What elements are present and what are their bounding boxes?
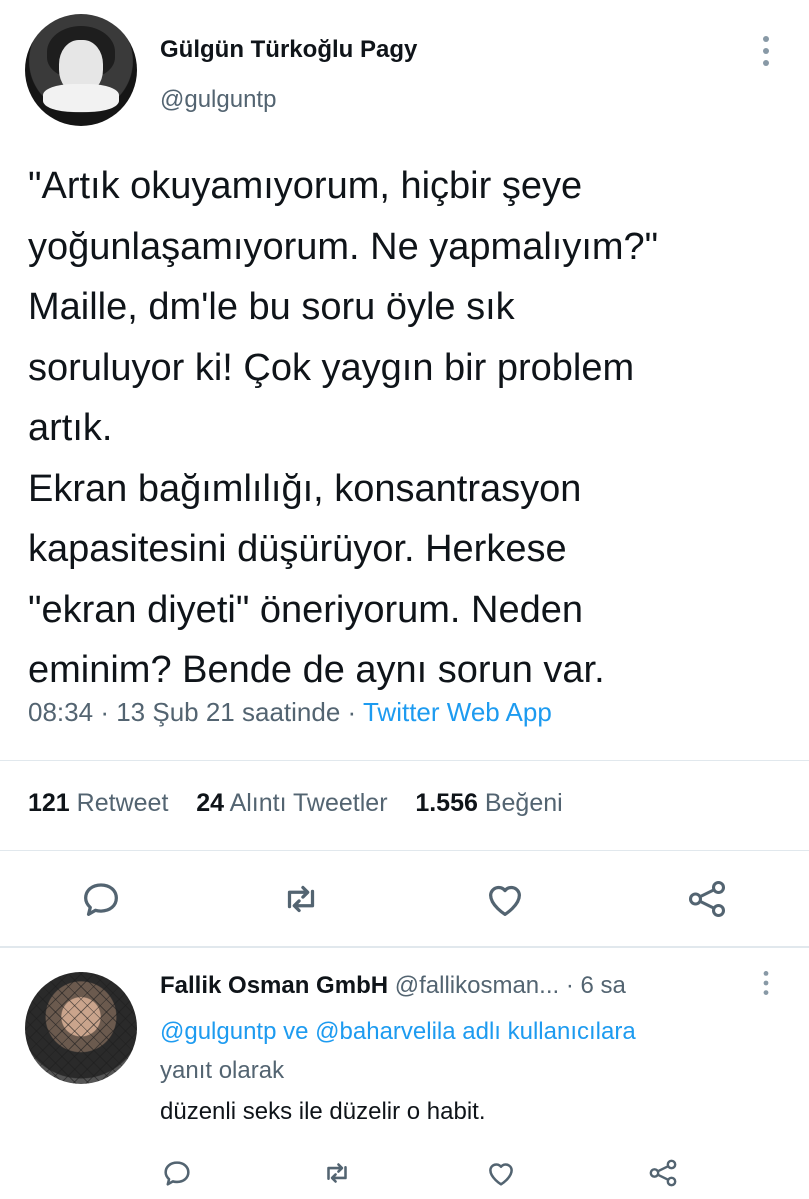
likes-stat[interactable]: 1.556 Beğeni	[415, 789, 562, 817]
mention-link[interactable]: @baharvelila	[315, 1018, 455, 1045]
divider	[0, 760, 809, 761]
retweet-icon[interactable]	[320, 1156, 354, 1190]
mention-link[interactable]: @gulguntp	[160, 1018, 276, 1045]
retweets-stat[interactable]: 121 Retweet	[28, 789, 168, 817]
tweet-text: "Artık okuyamıyorum, hiçbir şeye yoğunla…	[28, 165, 659, 691]
quotes-stat[interactable]: 24 Alıntı Tweetler	[196, 789, 387, 817]
reply-header: Fallik Osman GmbH @fallikosman... · 6 sa	[160, 972, 626, 1000]
divider	[0, 850, 809, 851]
tweet-time: 08:34	[28, 697, 94, 727]
reply-connector: ve	[283, 1018, 309, 1045]
author-avatar[interactable]	[25, 14, 137, 126]
reply-time[interactable]: 6 sa	[581, 972, 626, 999]
author-handle[interactable]: @gulguntp	[160, 86, 276, 114]
divider	[0, 946, 809, 948]
reply-text: düzenli seks ile düzelir o habit.	[160, 1098, 486, 1125]
like-icon[interactable]	[482, 876, 528, 922]
reply-context: @gulguntp ve @baharvelila adlı kullanıcı…	[160, 1012, 780, 1090]
reply-icon[interactable]	[78, 876, 124, 922]
reply-author-name[interactable]: Fallik Osman GmbH	[160, 972, 388, 999]
share-icon[interactable]	[646, 1156, 680, 1190]
tweet-stats: 121 Retweet 24 Alıntı Tweetler 1.556 Beğ…	[28, 789, 563, 818]
meta-separator: ·	[347, 697, 357, 727]
reply-icon[interactable]	[160, 1156, 194, 1190]
reply-author-avatar[interactable]	[25, 972, 137, 1084]
retweet-icon[interactable]	[278, 876, 324, 922]
tweet-timestamp: 08:34 · 13 Şub 21 saatinde · Twitter Web…	[28, 697, 552, 728]
reply-context-label: adlı kullanıcılara	[462, 1018, 636, 1045]
more-vertical-icon[interactable]	[756, 34, 776, 68]
tweet-source-link[interactable]: Twitter Web App	[363, 697, 552, 727]
reply-separator: ·	[565, 972, 574, 999]
like-icon[interactable]	[484, 1156, 518, 1190]
author-name[interactable]: Gülgün Türkoğlu Pagy	[160, 36, 417, 64]
reply-author-handle[interactable]: @fallikosman...	[395, 972, 559, 999]
reply-context-label: yanıt olarak	[160, 1057, 285, 1084]
more-vertical-icon[interactable]	[758, 968, 774, 998]
tweet-date[interactable]: 13 Şub 21 saatinde	[116, 697, 340, 727]
meta-separator: ·	[100, 697, 109, 727]
share-icon[interactable]	[684, 876, 730, 922]
